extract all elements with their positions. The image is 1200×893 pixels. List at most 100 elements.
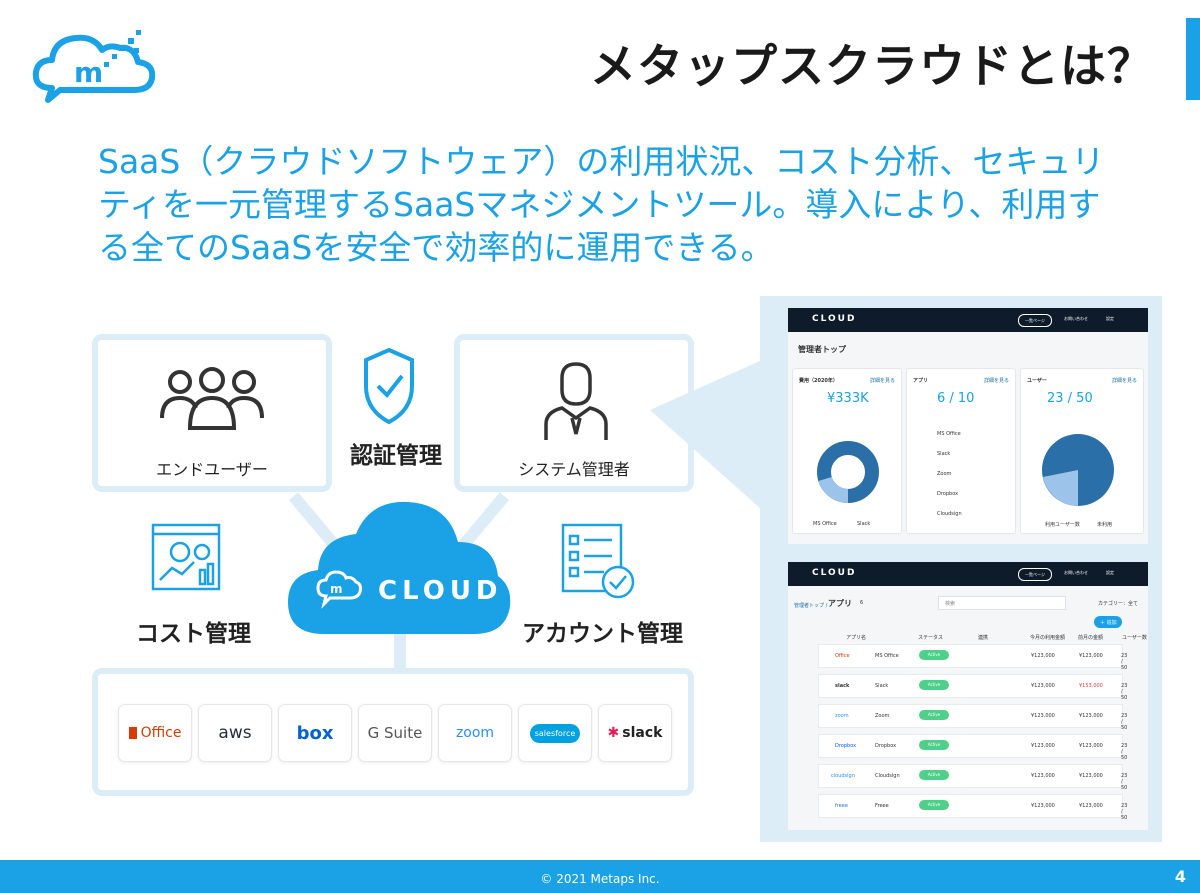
add-button-label: ＋ 追加 [1100,620,1117,626]
row-logo: cloudsign [831,773,855,779]
cost-value: ¥333K [827,391,869,406]
apps-count: 6 [860,600,864,606]
row-name: Zoom [875,713,890,719]
row-name: Freee [875,803,889,809]
row-prev: ¥123,000 [1079,803,1103,809]
nav-list-button[interactable]: 一覧ページ [1018,568,1052,581]
cost-card: 費用（2020年） 詳細を見る ¥333K MS Office Slack [792,368,902,534]
cost-donut-chart [817,441,879,504]
apps-value: 6 / 10 [937,391,975,406]
status-badge: Active [919,710,949,720]
table-row[interactable]: zoom Zoom Active ¥123,000 ¥123,000 23 / 50 [818,704,1127,731]
apps-page-title: アプリ [828,599,852,608]
column-header: アプリ名 [846,635,867,641]
saas-services-panel: Office aws box G Suite zoom salesforce ✱… [92,668,694,796]
copyright: © 2021 Metaps Inc. [540,872,660,886]
status-badge: Active [919,740,949,750]
service-name: Office [140,725,182,741]
cost-legend-1: MS Office [813,521,837,527]
service-name: salesforce [529,723,581,743]
nav-settings[interactable]: 設定 [1106,316,1114,322]
box-logo: box [278,704,352,762]
account-checklist-icon [561,523,635,599]
row-name: MS Office [875,653,899,659]
row-logo: freee [835,803,848,809]
breadcrumb[interactable]: 管理者トップ / [794,602,827,609]
add-app-button[interactable]: ＋ 追加 [1094,616,1122,628]
nav-contact[interactable]: お問い合わせ [1064,570,1088,576]
column-header: 連携 [978,635,989,641]
zoom-logo: zoom [438,704,512,762]
row-prev: ¥123,000 [1079,713,1103,719]
row-users: 23 / 50 [1121,683,1128,701]
shield-check-icon [364,347,414,425]
users-card: ユーザー 詳細を見る 23 / 50 利用ユーザー数 未利用 [1020,368,1144,534]
row-price: ¥123,000 [1031,653,1055,659]
nav-settings[interactable]: 設定 [1106,570,1114,576]
service-name: aws [218,723,252,743]
search-placeholder: 検索 [945,601,956,607]
status-badge: Active [919,800,949,810]
status-badge: Active [919,650,949,660]
svg-text:m: m [74,56,103,89]
row-logo: slack [835,683,850,689]
table-row[interactable]: freee Freee Active ¥123,000 ¥123,000 23 / 50 [818,794,1127,821]
cost-card-link[interactable]: 詳細を見る [870,377,895,384]
app-brand: CLOUD [812,314,857,324]
app-list-item: MS Office [937,431,961,437]
dashboard-screenshots: CLOUD 一覧ページ お問い合わせ 設定 管理者トップ 費用（2020年） 詳… [760,296,1162,842]
table-row[interactable]: Office MS Office Active ¥123,000 ¥123,000 23 … [818,644,1127,671]
cost-card-title: 費用（2020年） [799,378,838,384]
salesforce-logo: salesforce [518,704,592,762]
service-name: G Suite [367,724,423,742]
admin-top-screenshot: CLOUD 一覧ページ お問い合わせ 設定 管理者トップ 費用（2020年） 詳… [788,308,1148,544]
apps-search-input[interactable]: 検索 [938,596,1066,610]
users-card-link[interactable]: 詳細を見る [1112,377,1137,384]
column-header: ステータス [918,635,944,641]
cloud-label: CLOUD [378,576,503,606]
svg-text:m: m [330,582,343,596]
apps-card-link[interactable]: 詳細を見る [984,377,1009,384]
table-row[interactable]: cloudsign Cloudsign Active ¥123,000 ¥123,000… [818,764,1127,791]
category-select[interactable]: カテゴリー：全て [1098,600,1138,607]
metaps-cloud-logo: m [32,30,156,103]
admin-top-title: 管理者トップ [798,345,846,354]
callout-pointer [650,360,762,510]
apps-list-screenshot: CLOUD 一覧ページ お問い合わせ 設定 管理者トップ / アプリ 6 検索 … [788,562,1148,830]
title-accent-bar [1186,18,1200,100]
table-row[interactable]: Dropbox Dropbox Active ¥123,000 ¥123,000 23 /… [818,734,1127,761]
users-pie-chart [1042,434,1114,506]
page-number: 4 [1174,867,1186,886]
column-header: 今月の利用金額 [1030,635,1066,641]
cloud-hub-shape: m [288,501,511,634]
intro-text: SaaS（クラウドソフトウェア）の利用状況、コスト分析、セキュリティを一元管理す… [98,142,1105,267]
nav-contact[interactable]: お問い合わせ [1064,316,1088,322]
table-row[interactable]: slack Slack Active ¥123,000 ¥153,000 23 / 50 [818,674,1127,701]
row-price: ¥123,000 [1031,803,1055,809]
row-name: Dropbox [875,743,897,749]
row-prev: ¥123,000 [1079,743,1103,749]
row-price: ¥123,000 [1031,683,1055,689]
apps-card-title: アプリ [913,378,929,384]
connector-line [394,632,406,672]
admin-person-icon [544,362,608,440]
slack-logo: ✱ slack [598,704,672,762]
cost-label: コスト管理 [136,621,251,647]
app-list-item: Dropbox [937,491,959,497]
account-label: アカウント管理 [522,621,683,647]
column-header: ユーザー数 [1122,635,1147,641]
app-list-item: Zoom [937,471,952,477]
row-users: 23 / 50 [1121,803,1128,821]
row-prev: ¥123,000 [1079,653,1103,659]
nav-list-button[interactable]: 一覧ページ [1018,314,1052,327]
row-name: Slack [875,683,889,689]
users-legend-1: 利用ユーザー数 [1045,522,1080,528]
gsuite-logo: G Suite [358,704,432,762]
app-list-item: Cloudsign [937,511,962,517]
app-navbar: CLOUD 一覧ページ お問い合わせ 設定 [788,562,1148,586]
office-logo: Office [118,704,192,762]
apps-card: アプリ 詳細を見る 6 / 10 MS Office Slack Zoom Dr… [906,368,1016,534]
row-prev: ¥153,000 [1079,683,1103,689]
row-users: 23 / 50 [1121,773,1128,791]
aws-logo: aws [198,704,272,762]
